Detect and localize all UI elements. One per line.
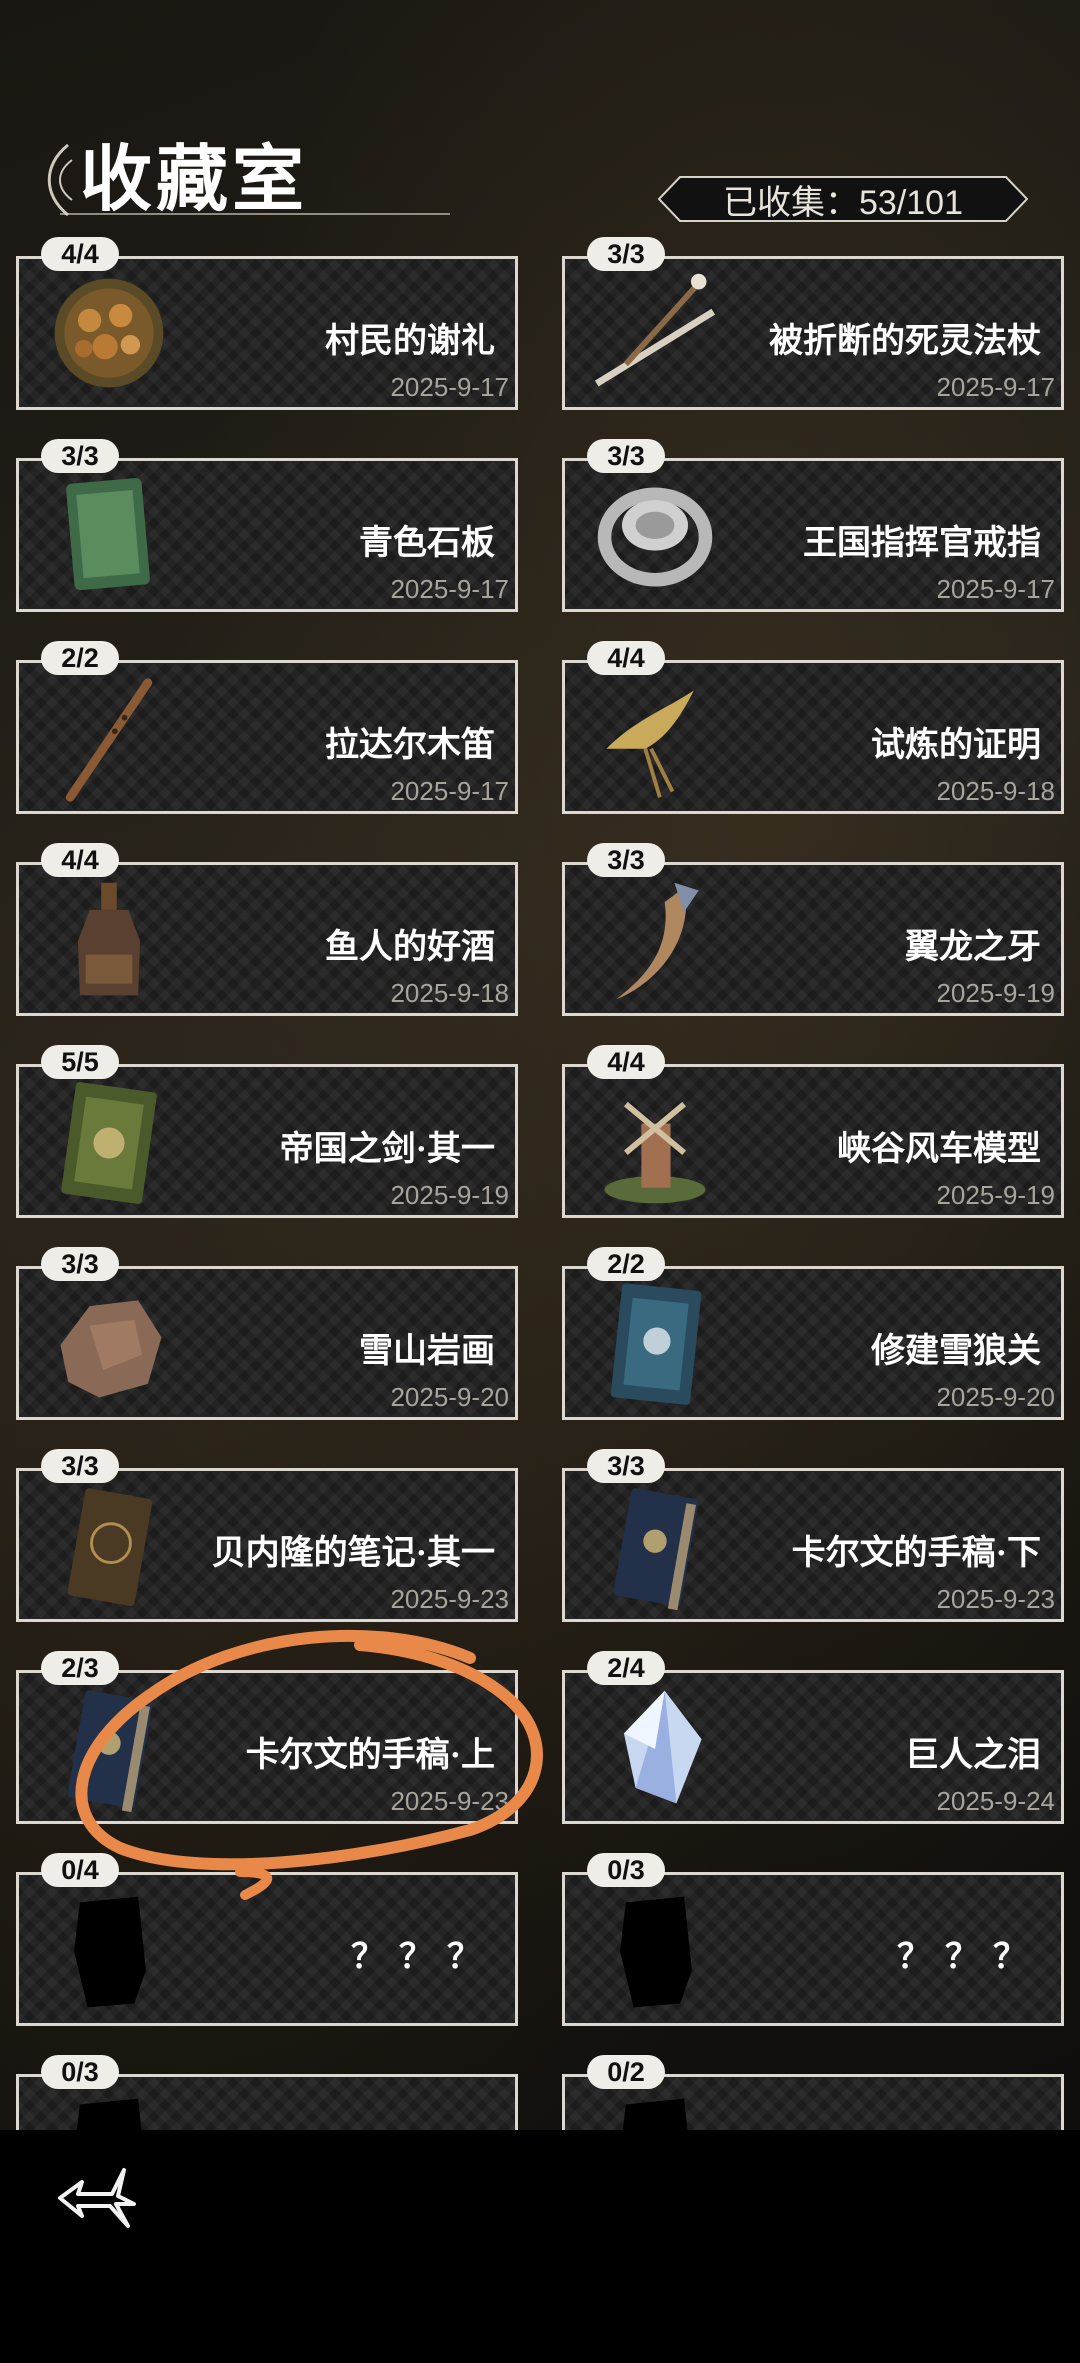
item-name: 王国指挥官戒指 bbox=[803, 525, 1041, 562]
collection-card[interactable]: 2/4 巨人之泪 2025-9-24 bbox=[562, 1651, 1064, 1824]
collection-count-badge: 4/4 bbox=[587, 1045, 665, 1079]
item-name: 卡尔文的手稿·下 bbox=[791, 1535, 1041, 1572]
collected-date: 2025-9-17 bbox=[936, 574, 1055, 604]
collection-count-badge: 3/3 bbox=[587, 1449, 665, 1483]
collection-count-badge: 3/3 bbox=[41, 439, 119, 473]
collected-date: 2025-9-19 bbox=[390, 1180, 509, 1210]
unknown-silhouette-icon bbox=[74, 1896, 146, 2008]
collection-count-badge: 3/3 bbox=[587, 439, 665, 473]
crystal-icon bbox=[623, 1690, 702, 1804]
green-book-icon bbox=[61, 1082, 157, 1204]
feather-emblem-icon bbox=[606, 690, 694, 798]
stone-tablet-icon bbox=[66, 478, 150, 591]
collection-card[interactable]: 4/4 试炼的证明 2025-9-18 bbox=[562, 641, 1064, 814]
fang-icon bbox=[616, 882, 699, 1000]
unknown-silhouette-icon bbox=[76, 2098, 142, 2130]
item-name: 翼龙之牙 bbox=[905, 929, 1041, 966]
collection-card[interactable]: 3/3 雪山岩画 2025-9-20 bbox=[16, 1247, 518, 1420]
collection-count-badge: 2/4 bbox=[587, 1651, 665, 1685]
collection-count-badge: 0/3 bbox=[41, 2055, 119, 2089]
collection-card[interactable]: 0/3 ？？？ bbox=[562, 1853, 1064, 2026]
collected-date: 2025-9-18 bbox=[390, 978, 509, 1008]
bottom-bar bbox=[0, 2130, 1080, 2363]
bottle-icon bbox=[77, 882, 141, 996]
windmill-icon bbox=[604, 1101, 706, 1204]
item-name: 青色石板 bbox=[359, 525, 495, 562]
unknown-silhouette-icon bbox=[622, 2098, 688, 2130]
collection-card[interactable]: 3/3 贝内隆的笔记·其一 2025-9-23 bbox=[16, 1449, 518, 1622]
collection-count-badge: 0/4 bbox=[41, 1853, 119, 1887]
collection-grid: 4/4 村民的谢礼 2025-9-17 3/3 被折断的死灵法杖 2025-9-17 3/3… bbox=[0, 0, 1080, 2130]
collection-count-badge: 3/3 bbox=[587, 237, 665, 271]
collection-card[interactable]: 3/3 王国指挥官戒指 2025-9-17 bbox=[562, 439, 1064, 612]
collection-count-badge: 2/2 bbox=[587, 1247, 665, 1281]
collected-date: 2025-9-20 bbox=[390, 1382, 509, 1412]
collection-card[interactable]: 3/3 青色石板 2025-9-17 bbox=[16, 439, 518, 612]
collection-card[interactable]: 3/3 卡尔文的手稿·下 2025-9-23 bbox=[562, 1449, 1064, 1622]
collection-count-badge: 4/4 bbox=[587, 641, 665, 675]
collection-card[interactable]: 3/3 被折断的死灵法杖 2025-9-17 bbox=[562, 237, 1064, 410]
collection-count-badge: 2/2 bbox=[41, 641, 119, 675]
collection-count-badge: 4/4 bbox=[41, 237, 119, 271]
collected-date: 2025-9-18 bbox=[936, 776, 1055, 806]
collection-count-badge: 2/3 bbox=[41, 1651, 119, 1685]
collected-date: 2025-9-17 bbox=[390, 372, 509, 402]
item-name: 巨人之泪 bbox=[905, 1737, 1041, 1774]
collection-count-badge: 3/3 bbox=[41, 1449, 119, 1483]
collection-count-badge: 5/5 bbox=[41, 1045, 119, 1079]
collection-card[interactable]: 3/3 翼龙之牙 2025-9-19 bbox=[562, 843, 1064, 1016]
item-name: ？？？ bbox=[897, 1939, 1041, 1976]
collected-date: 2025-9-23 bbox=[390, 1786, 509, 1816]
manuscript-icon bbox=[67, 1690, 153, 1813]
collection-card[interactable]: 0/2 bbox=[562, 2055, 1064, 2130]
wreath-icon bbox=[54, 278, 164, 388]
back-emblem-icon[interactable] bbox=[52, 2160, 142, 2230]
notebook-icon bbox=[67, 1488, 153, 1607]
item-name: 帝国之剑·其一 bbox=[279, 1131, 495, 1168]
collection-card[interactable]: 2/2 修建雪狼关 2025-9-20 bbox=[562, 1247, 1064, 1420]
collected-date: 2025-9-24 bbox=[936, 1786, 1055, 1816]
item-name: 拉达尔木笛 bbox=[325, 727, 495, 764]
item-name: 村民的谢礼 bbox=[325, 323, 495, 360]
collection-count-badge: 0/3 bbox=[587, 1853, 665, 1887]
collected-date: 2025-9-17 bbox=[936, 372, 1055, 402]
item-name: 峡谷风车模型 bbox=[837, 1131, 1041, 1168]
ring-icon bbox=[597, 487, 713, 587]
item-name: 鱼人的好酒 bbox=[325, 929, 495, 966]
item-name: 卡尔文的手稿·上 bbox=[245, 1737, 495, 1774]
broken-staff-icon bbox=[594, 273, 716, 387]
collection-count-badge: 0/2 bbox=[587, 2055, 665, 2089]
collection-count-badge: 4/4 bbox=[41, 843, 119, 877]
item-name: ？？？ bbox=[351, 1939, 495, 1976]
item-name: 被折断的死灵法杖 bbox=[769, 323, 1041, 360]
collected-date: 2025-9-23 bbox=[936, 1584, 1055, 1614]
collected-date: 2025-9-19 bbox=[936, 1180, 1055, 1210]
collected-date: 2025-9-17 bbox=[390, 574, 509, 604]
collected-date: 2025-9-17 bbox=[390, 776, 509, 806]
collected-date: 2025-9-19 bbox=[936, 978, 1055, 1008]
item-name: 试炼的证明 bbox=[871, 727, 1041, 764]
collection-card[interactable]: 5/5 帝国之剑·其一 2025-9-19 bbox=[16, 1045, 518, 1218]
item-name: 修建雪狼关 bbox=[871, 1333, 1041, 1370]
collection-card[interactable]: 2/3 卡尔文的手稿·上 2025-9-23 bbox=[16, 1651, 518, 1824]
collection-card[interactable]: 4/4 峡谷风车模型 2025-9-19 bbox=[562, 1045, 1064, 1218]
rock-icon bbox=[60, 1300, 162, 1398]
collection-count-badge: 3/3 bbox=[587, 843, 665, 877]
collected-date: 2025-9-20 bbox=[936, 1382, 1055, 1412]
blue-book-icon bbox=[610, 1283, 702, 1405]
collection-card[interactable]: 0/4 ？？？ bbox=[16, 1853, 518, 2026]
item-name: 雪山岩画 bbox=[359, 1333, 495, 1370]
flute-icon bbox=[65, 678, 153, 802]
unknown-silhouette-icon bbox=[620, 1896, 692, 2008]
collected-date: 2025-9-23 bbox=[390, 1584, 509, 1614]
collection-card[interactable]: 4/4 村民的谢礼 2025-9-17 bbox=[16, 237, 518, 410]
collection-count-badge: 3/3 bbox=[41, 1247, 119, 1281]
item-name: 贝内隆的笔记·其一 bbox=[211, 1535, 495, 1572]
manuscript-icon bbox=[613, 1488, 699, 1611]
collection-card[interactable]: 0/3 bbox=[16, 2055, 518, 2130]
collection-card[interactable]: 2/2 拉达尔木笛 2025-9-17 bbox=[16, 641, 518, 814]
collection-card[interactable]: 4/4 鱼人的好酒 2025-9-18 bbox=[16, 843, 518, 1016]
